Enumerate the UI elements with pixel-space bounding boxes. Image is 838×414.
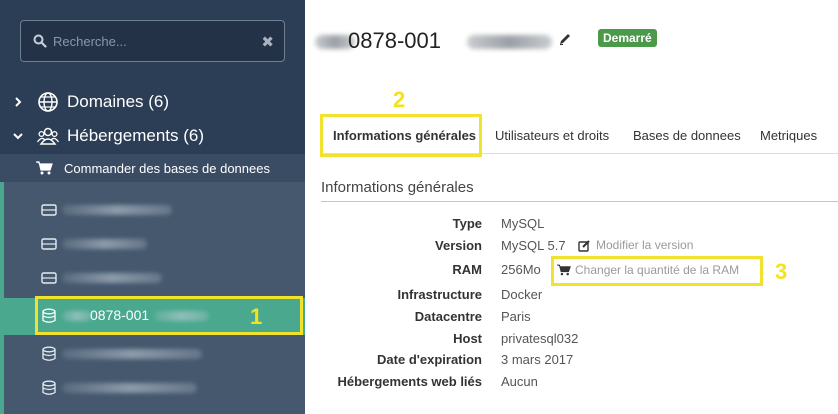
list-item[interactable] xyxy=(4,370,305,405)
sidebar-item-domains[interactable]: Domaines (6) xyxy=(0,86,305,118)
search-icon xyxy=(33,34,47,48)
annotation-box-1 xyxy=(35,296,303,335)
info-row-type: Type MySQL xyxy=(305,216,838,238)
info-key: Type xyxy=(452,216,482,231)
redacted-name xyxy=(62,273,162,283)
info-value: privatesql032 xyxy=(501,331,579,346)
tab-databases[interactable]: Bases de donnees xyxy=(633,128,741,143)
edit-name-icon[interactable] xyxy=(558,32,572,46)
redacted-name xyxy=(62,239,147,249)
info-value: 3 mars 2017 xyxy=(501,352,574,367)
chevron-right-icon xyxy=(15,97,22,107)
search-input[interactable] xyxy=(53,31,263,51)
list-item[interactable] xyxy=(4,336,305,371)
sidebar: ✖ Domaines (6) Hébergements (6) xyxy=(0,0,305,414)
server-icon xyxy=(41,204,57,216)
info-value: MySQL 5.7 xyxy=(501,238,566,253)
sidebar-item-label: Domaines (6) xyxy=(67,92,170,111)
section-title: Informations générales xyxy=(321,179,474,196)
info-key: Hébergements web liés xyxy=(337,374,483,389)
info-key: Infrastructure xyxy=(397,287,482,302)
tab-users-rights[interactable]: Utilisateurs et droits xyxy=(495,128,609,143)
annotation-box-3 xyxy=(551,256,763,286)
info-key: RAM xyxy=(452,262,482,277)
info-value: Docker xyxy=(501,287,543,302)
sidebar-item-label: Commander des bases de donnees xyxy=(64,160,270,176)
server-icon xyxy=(41,272,57,284)
modify-version-label: Modifier la version xyxy=(596,238,694,252)
info-row-host: Host privatesql032 xyxy=(305,331,838,353)
info-value: MySQL xyxy=(501,216,545,231)
server-icon xyxy=(41,238,57,250)
tab-metrics[interactable]: Metriques xyxy=(760,128,817,143)
redacted-name xyxy=(62,383,197,393)
users-icon xyxy=(37,127,59,145)
main-panel: 0878-001 Demarré 2 Informations générale… xyxy=(305,0,838,414)
redacted-title-suffix xyxy=(467,35,552,49)
annotation-number-3: 3 xyxy=(775,259,788,284)
annotation-box-2 xyxy=(320,114,482,157)
info-row-expiration: Date d'expiration 3 mars 2017 xyxy=(305,352,838,374)
redacted-name xyxy=(62,205,172,215)
info-key: Host xyxy=(453,331,482,346)
info-key: Datacentre xyxy=(414,309,482,324)
globe-icon xyxy=(38,92,58,112)
edit-icon xyxy=(578,239,590,252)
section-divider xyxy=(321,201,838,202)
info-value: Aucun xyxy=(501,374,538,389)
info-value: 256Mo xyxy=(501,262,541,277)
annotation-number-1: 1 xyxy=(250,304,263,329)
sidebar-item-label: Hébergements (6) xyxy=(67,126,205,145)
list-item[interactable] xyxy=(4,226,305,261)
info-key: Date d'expiration xyxy=(377,352,482,367)
info-row-datacentre: Datacentre Paris xyxy=(305,309,838,331)
modify-version-link[interactable]: Modifier la version xyxy=(578,238,693,252)
sidebar-item-hosting[interactable]: Hébergements (6) xyxy=(0,120,305,152)
cart-icon xyxy=(36,161,53,175)
redacted-name xyxy=(62,349,202,359)
clear-search-icon[interactable]: ✖ xyxy=(261,33,274,51)
info-value: Paris xyxy=(501,309,531,324)
list-item[interactable] xyxy=(4,260,305,295)
list-item[interactable] xyxy=(4,192,305,227)
info-row-linked-hosting: Hébergements web liés Aucun xyxy=(305,374,838,396)
chevron-down-icon xyxy=(13,133,23,140)
page-title: 0878-001 xyxy=(348,28,441,53)
search-box: ✖ xyxy=(20,20,285,62)
database-icon xyxy=(42,380,56,395)
info-key: Version xyxy=(435,238,482,253)
sidebar-item-order-databases[interactable]: Commander des bases de donnees xyxy=(0,154,305,182)
annotation-number-2: 2 xyxy=(393,87,406,112)
database-icon xyxy=(42,346,56,361)
status-badge: Demarré xyxy=(598,29,657,47)
info-row-infrastructure: Infrastructure Docker xyxy=(305,287,838,309)
